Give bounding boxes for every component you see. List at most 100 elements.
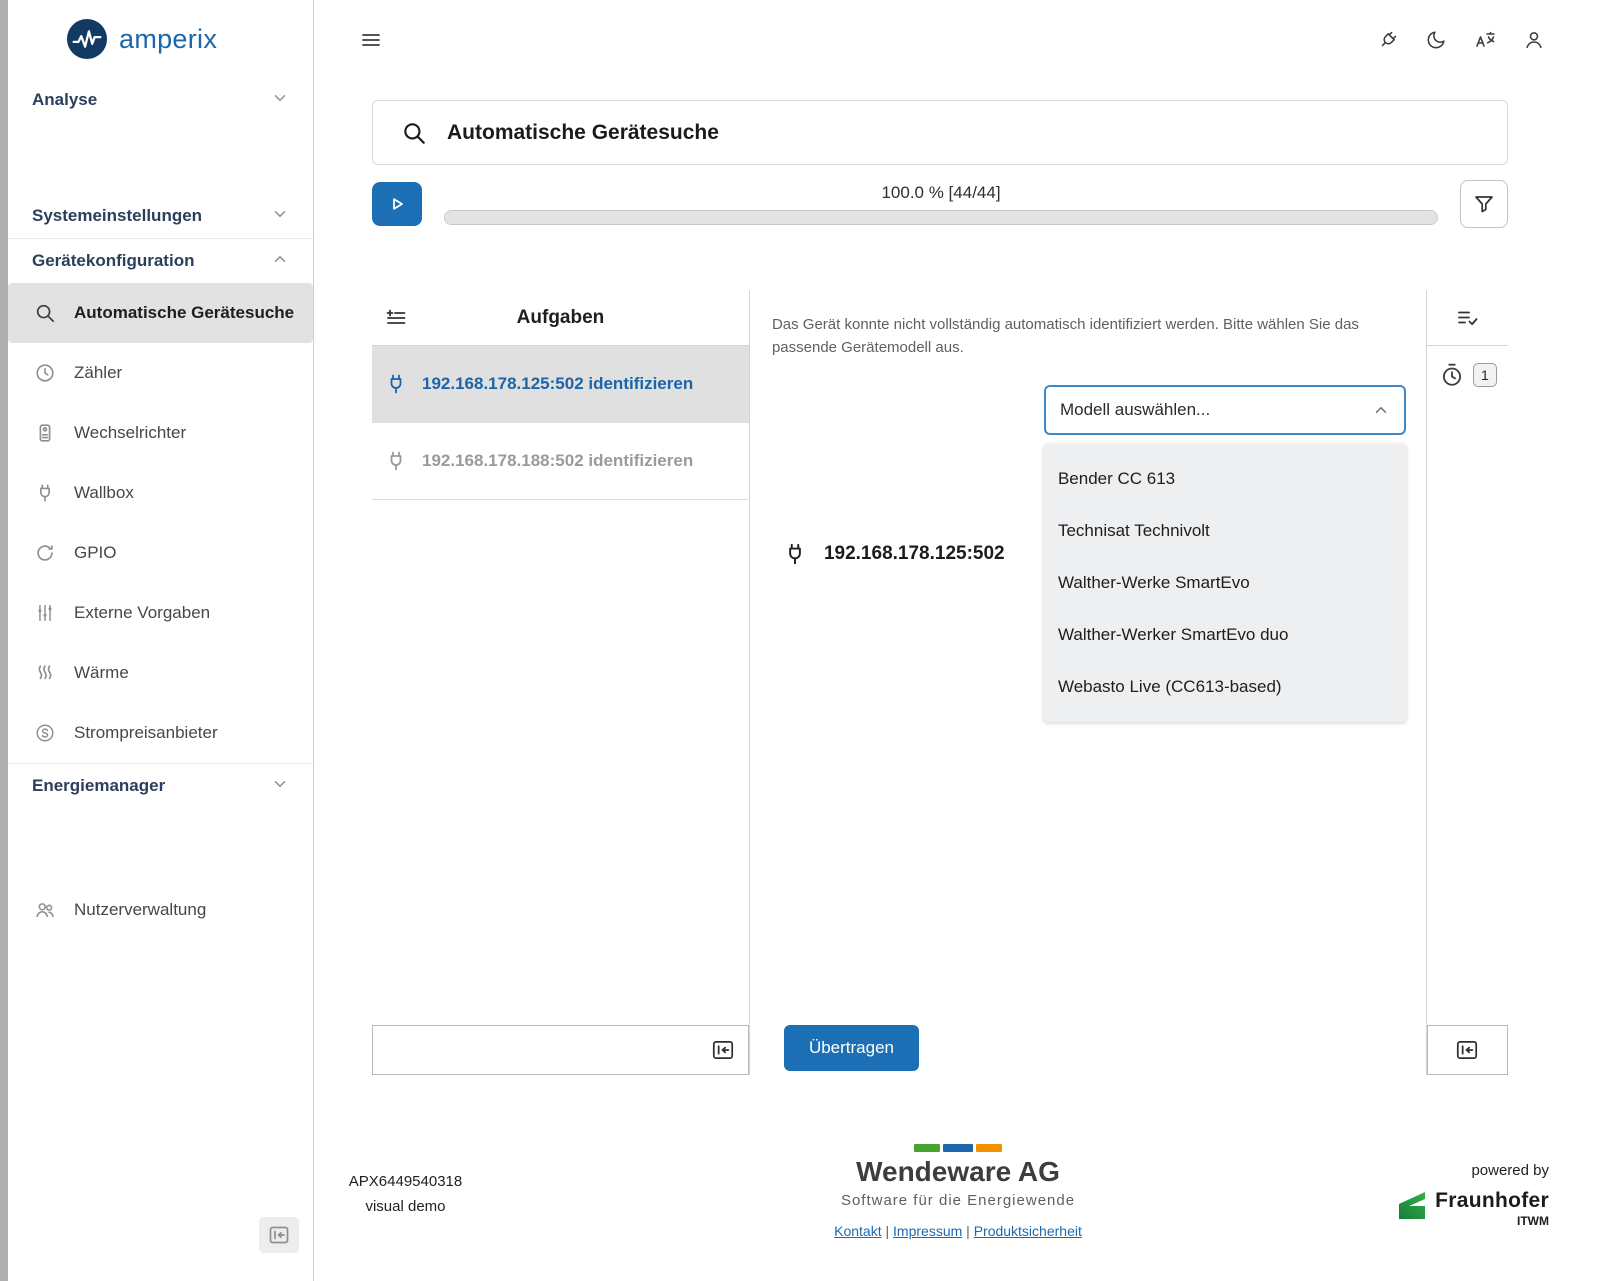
task-row[interactable]: 192.168.178.188:502 identifizieren [372, 423, 749, 500]
plug-icon [1372, 24, 1403, 55]
sidebar-section-systemeinstellungen[interactable]: Systemeinstellungen [8, 194, 313, 238]
page-title: Automatische Gerätesuche [447, 121, 719, 145]
plug-icon [34, 482, 56, 504]
sidebar-item-nutzerverwaltung[interactable]: Nutzerverwaltung [8, 882, 313, 938]
link-produktsicherheit[interactable]: Produktsicherheit [974, 1223, 1082, 1239]
meter-icon [34, 362, 56, 384]
collapse-left-icon [710, 1037, 736, 1063]
sidebar-item-externe-vorgaben[interactable]: Externe Vorgaben [8, 583, 313, 643]
fraunhofer-mark-icon [1396, 1189, 1428, 1221]
translate-icon [1473, 28, 1497, 52]
sidebar: amperix Analyse Systemeinstellungen Gerä… [8, 0, 314, 1281]
history-row: 1 [1427, 346, 1508, 388]
top-bar [315, 0, 1601, 80]
sidebar-section-analyse[interactable]: Analyse [8, 78, 313, 122]
sidebar-item-label: Strompreisanbieter [74, 723, 218, 743]
tasks-title: Aufgaben [372, 307, 749, 329]
search-icon [401, 120, 427, 146]
model-select-wrapper: Modell auswählen... Bender CC 613 Techni… [1044, 385, 1406, 722]
model-option[interactable]: Walther-Werker SmartEvo duo [1044, 609, 1406, 661]
window-scrollbar[interactable] [0, 0, 8, 1281]
fraunhofer-institute: ITWM [1517, 1214, 1549, 1228]
filter-button[interactable] [1460, 180, 1508, 228]
history-button[interactable] [1439, 362, 1465, 388]
dark-mode-toggle-button[interactable] [1425, 29, 1447, 51]
model-dropdown-menu: Bender CC 613 Technisat Technivolt Walth… [1044, 444, 1406, 722]
model-select[interactable]: Modell auswählen... [1044, 385, 1406, 435]
link-kontakt[interactable]: Kontakt [834, 1223, 881, 1239]
timer-icon [1439, 362, 1465, 388]
funnel-icon [1472, 192, 1496, 216]
model-option[interactable]: Webasto Live (CC613-based) [1044, 661, 1406, 713]
section-label: Gerätekonfiguration [32, 251, 194, 271]
sidebar-item-label: Wallbox [74, 483, 134, 503]
sidebar-nav: Analyse Systemeinstellungen Gerätekonfig… [8, 78, 313, 938]
powered-by-label: powered by [1396, 1162, 1549, 1179]
users-icon [34, 899, 56, 921]
history-count-badge: 1 [1473, 363, 1497, 387]
sidebar-item-label: Wechselrichter [74, 423, 186, 443]
collapse-left-icon [267, 1223, 291, 1247]
sidebar-item-gpio[interactable]: GPIO [8, 523, 313, 583]
sidebar-item-label: Externe Vorgaben [74, 603, 210, 623]
sidebar-section-geraetekonfiguration[interactable]: Gerätekonfiguration [8, 238, 313, 283]
plug-icon [384, 449, 408, 473]
chevron-down-icon [271, 205, 289, 228]
user-account-button[interactable] [1523, 29, 1545, 51]
page-title-card: Automatische Gerätesuche [372, 100, 1508, 165]
model-option[interactable]: Bender CC 613 [1044, 453, 1406, 505]
sidebar-item-label: Zähler [74, 363, 122, 383]
hamburger-menu-button[interactable] [359, 28, 383, 52]
device-detail-panel: Das Gerät konnte nicht vollständig autom… [750, 290, 1426, 1075]
sidebar-item-label: Automatische Gerätesuche [74, 303, 294, 323]
person-icon [1523, 29, 1545, 51]
link-impressum[interactable]: Impressum [893, 1223, 962, 1239]
language-switch-button[interactable] [1473, 28, 1497, 52]
price-icon [34, 722, 56, 744]
sidebar-item-label: Nutzerverwaltung [74, 900, 206, 920]
device-address: 192.168.178.125:502 [824, 543, 1014, 565]
rail-collapse-button[interactable] [1427, 1025, 1508, 1075]
progress-bar [444, 210, 1438, 225]
sidebar-spacer [8, 122, 313, 194]
progress-label: 100.0 % [44/44] [444, 183, 1438, 203]
sidebar-item-strompreisanbieter[interactable]: Strompreisanbieter [8, 703, 313, 763]
task-label: 192.168.178.188:502 identifizieren [422, 451, 693, 471]
sidebar-section-energiemanager[interactable]: Energiemanager [8, 763, 313, 808]
content-section: Aufgaben 192.168.178.125:502 identifizie… [372, 290, 1508, 1075]
sidebar-item-wallbox[interactable]: Wallbox [8, 463, 313, 523]
tasks-panel: Aufgaben 192.168.178.125:502 identifizie… [372, 290, 750, 1075]
section-label: Systemeinstellungen [32, 206, 202, 226]
sidebar-collapse-button[interactable] [259, 1217, 299, 1253]
sliders-icon [34, 602, 56, 624]
chevron-down-icon [271, 89, 289, 112]
submit-button[interactable]: Übertragen [784, 1025, 919, 1071]
moon-icon [1425, 29, 1447, 51]
task-row[interactable]: 192.168.178.125:502 identifizieren [372, 346, 749, 423]
main-area: Automatische Gerätesuche 100.0 % [44/44] [315, 0, 1601, 1281]
start-scan-button[interactable] [372, 182, 422, 226]
inverter-icon [34, 422, 56, 444]
connection-status-button[interactable] [1377, 29, 1399, 51]
footer-links: Kontakt | Impressum | Produktsicherheit [834, 1223, 1082, 1239]
amperix-logo-icon [66, 18, 108, 60]
task-log-button[interactable] [1427, 290, 1508, 346]
sidebar-item-waerme[interactable]: Wärme [8, 643, 313, 703]
sidebar-item-zaehler[interactable]: Zähler [8, 343, 313, 403]
section-label: Analyse [32, 90, 97, 110]
model-option[interactable]: Technisat Technivolt [1044, 505, 1406, 557]
playlist-add-icon[interactable] [384, 306, 408, 330]
collapse-left-icon [1454, 1037, 1480, 1063]
sidebar-item-wechselrichter[interactable]: Wechselrichter [8, 403, 313, 463]
model-option[interactable]: Walther-Werke SmartEvo [1044, 557, 1406, 609]
device-row: 192.168.178.125:502 Modell auswählen... … [772, 385, 1406, 722]
search-icon [34, 302, 56, 324]
company-tagline: Software für die Energiewende [841, 1192, 1075, 1209]
tasks-collapse-button[interactable] [372, 1025, 749, 1075]
play-icon [385, 192, 409, 216]
identification-message: Das Gerät konnte nicht vollständig autom… [772, 314, 1372, 359]
right-rail: 1 [1426, 290, 1508, 1075]
app-root: amperix Analyse Systemeinstellungen Gerä… [0, 0, 1601, 1281]
sidebar-item-automatische-geraetesuche[interactable]: Automatische Gerätesuche [8, 283, 313, 343]
list-check-icon [1455, 306, 1479, 330]
